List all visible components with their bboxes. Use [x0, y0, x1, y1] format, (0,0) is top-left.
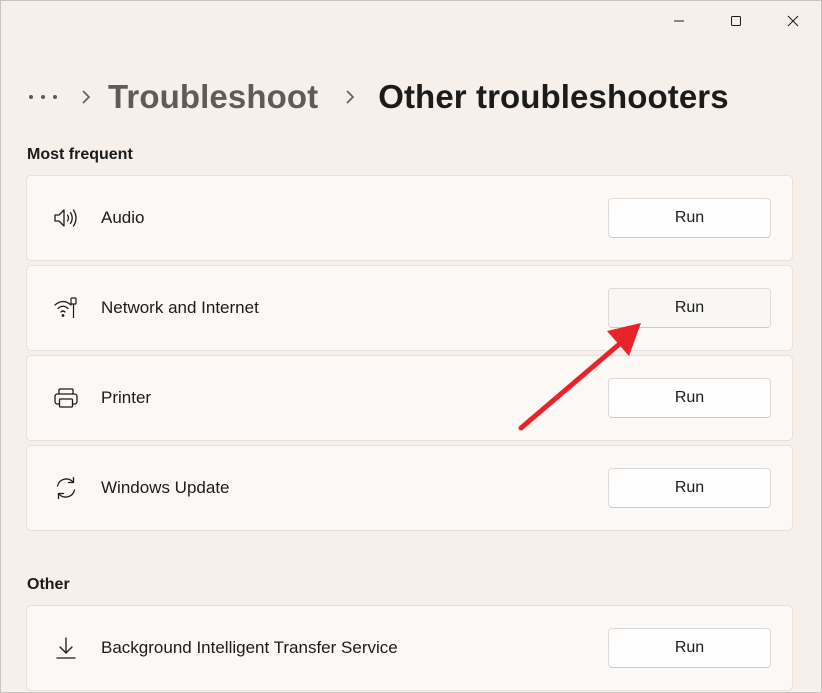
run-network-button[interactable]: Run — [608, 288, 771, 328]
run-printer-button[interactable]: Run — [608, 378, 771, 418]
chevron-right-icon — [82, 90, 91, 104]
maximize-icon — [730, 16, 741, 26]
more-dots-icon — [29, 95, 57, 99]
troubleshooter-card-printer: Printer Run — [26, 355, 793, 441]
run-windows-update-button[interactable]: Run — [608, 468, 771, 508]
wifi-ethernet-icon — [54, 297, 77, 318]
breadcrumb-separator — [64, 77, 108, 117]
run-bits-button[interactable]: Run — [608, 628, 771, 668]
troubleshooter-label: Audio — [101, 208, 145, 227]
section-heading-other: Other — [27, 576, 70, 593]
run-audio-button[interactable]: Run — [608, 198, 771, 238]
refresh-icon — [56, 476, 76, 500]
troubleshooter-card-bits: Background Intelligent Transfer Service … — [26, 605, 793, 691]
troubleshooter-card-audio: Audio Run — [26, 175, 793, 261]
minimize-icon — [673, 20, 684, 22]
chevron-right-icon — [346, 90, 355, 104]
minimize-button[interactable] — [650, 1, 707, 41]
troubleshooter-label: Background Intelligent Transfer Service — [101, 638, 398, 657]
breadcrumb-troubleshoot-link[interactable]: Troubleshoot — [108, 78, 318, 116]
title-bar-controls — [650, 1, 821, 41]
troubleshooter-label: Printer — [101, 388, 152, 407]
printer-icon — [54, 388, 78, 408]
troubleshooter-label: Network and Internet — [101, 298, 259, 317]
speaker-icon — [54, 209, 77, 227]
close-button[interactable] — [764, 1, 821, 41]
breadcrumb-more-button[interactable] — [28, 77, 64, 117]
close-icon — [787, 15, 798, 27]
troubleshooter-label: Windows Update — [101, 478, 230, 497]
section-heading-most-frequent: Most frequent — [27, 146, 133, 163]
settings-window: Troubleshoot Other troubleshooters Most … — [0, 0, 822, 693]
page-title: Other troubleshooters — [378, 78, 729, 115]
maximize-button[interactable] — [707, 1, 764, 41]
troubleshooter-card-network: Network and Internet Run — [26, 265, 793, 351]
breadcrumb: Troubleshoot Other troubleshooters — [28, 73, 729, 121]
troubleshooter-card-windows-update: Windows Update Run — [26, 445, 793, 531]
download-icon — [56, 637, 76, 659]
breadcrumb-separator — [328, 77, 372, 117]
